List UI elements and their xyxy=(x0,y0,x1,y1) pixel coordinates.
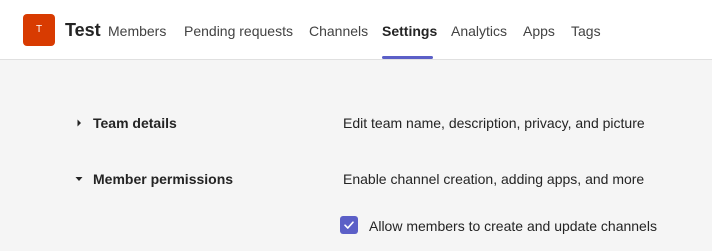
section-description: Enable channel creation, adding apps, an… xyxy=(343,171,645,187)
chevron-right-icon xyxy=(77,119,81,127)
active-tab-indicator xyxy=(382,56,433,59)
section-team-details[interactable]: Team details Edit team name, description… xyxy=(75,114,675,134)
section-description: Edit team name, description, privacy, an… xyxy=(343,115,645,131)
chevron-down-icon xyxy=(75,177,83,181)
section-title: Team details xyxy=(93,115,177,131)
team-avatar[interactable]: T xyxy=(23,14,55,46)
allow-create-update-channels-checkbox[interactable] xyxy=(340,216,358,234)
tab-members[interactable]: Members xyxy=(108,22,166,40)
tab-analytics[interactable]: Analytics xyxy=(451,22,507,40)
checkbox-label: Allow members to create and update chann… xyxy=(369,218,657,234)
section-member-permissions[interactable]: Member permissions Enable channel creati… xyxy=(75,170,675,190)
tab-pending-requests[interactable]: Pending requests xyxy=(184,22,293,40)
tab-settings[interactable]: Settings xyxy=(382,22,437,40)
allow-create-update-channels-option[interactable]: Allow members to create and update chann… xyxy=(340,215,700,237)
tab-tags[interactable]: Tags xyxy=(571,22,601,40)
checkmark-icon xyxy=(344,221,354,229)
team-header: T Test Members Pending requests Channels… xyxy=(0,0,712,60)
tab-apps[interactable]: Apps xyxy=(523,22,555,40)
tab-channels[interactable]: Channels xyxy=(309,22,368,40)
section-title: Member permissions xyxy=(93,171,234,187)
team-name: Test xyxy=(65,20,101,40)
